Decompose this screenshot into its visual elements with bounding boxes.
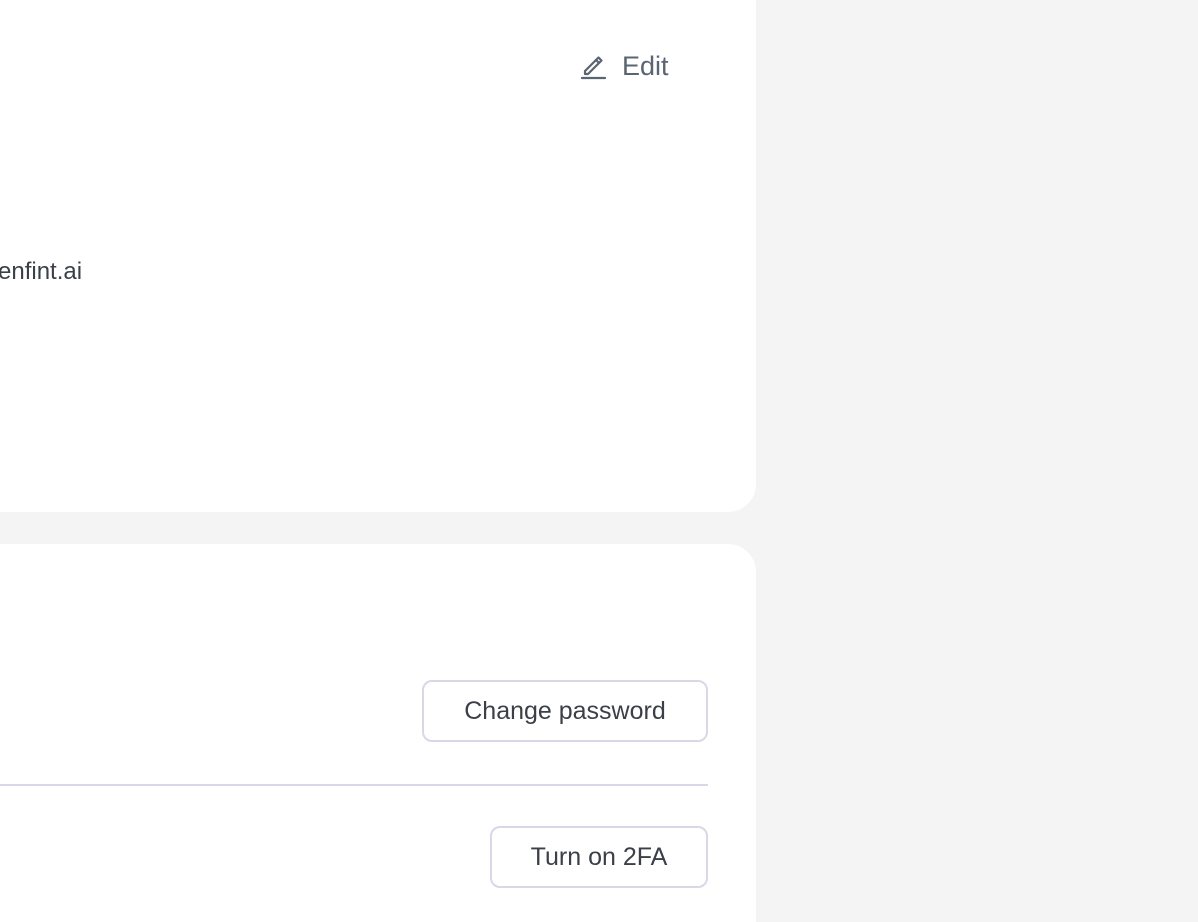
turn-on-2fa-button[interactable]: Turn on 2FA — [490, 826, 708, 888]
settings-page: Edit enfint.ai Change password Turn on 2… — [0, 0, 1198, 922]
edit-profile-button[interactable]: Edit — [578, 46, 669, 86]
email-value: enfint.ai — [0, 258, 83, 285]
profile-card: Edit enfint.ai — [0, 0, 756, 512]
section-divider — [0, 784, 708, 786]
edit-label: Edit — [622, 50, 669, 81]
security-card: Change password Turn on 2FA — [0, 544, 756, 922]
pencil-icon — [578, 51, 608, 81]
change-password-button[interactable]: Change password — [422, 680, 708, 742]
